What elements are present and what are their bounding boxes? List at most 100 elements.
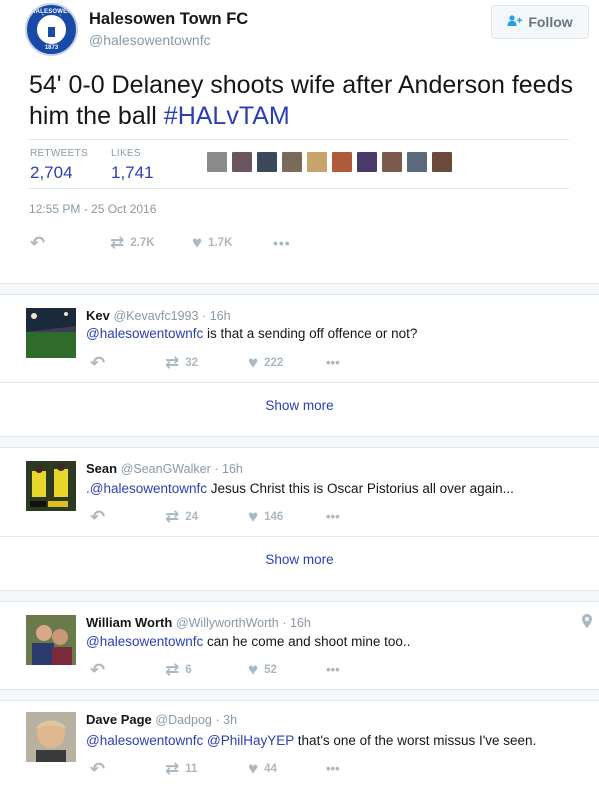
avatar[interactable] [26,712,76,762]
retweet-icon: ⇄ [110,233,125,252]
reply-button[interactable]: ↶ [90,759,111,779]
likes-label: LIKES [111,148,141,159]
retweet-button[interactable]: ⇄ 11 [165,759,197,779]
reply-tweet[interactable]: Dave Page @Dadpog · 3h @halesowentownfc … [0,702,599,805]
liker-avatars [206,151,456,179]
reply-author-name: Dave Page [86,712,152,727]
mention-link[interactable]: @halesowentownfc [86,733,203,748]
reply-button[interactable]: ↶ [30,233,51,253]
reply-icon: ↶ [90,507,106,527]
retweet-count: 32 [185,357,199,369]
liker-avatar[interactable] [206,151,228,173]
likes-stat[interactable]: LIKES 1,741 [111,148,154,183]
retweet-button[interactable]: ⇄ 6 [165,660,192,680]
retweet-icon: ⇄ [165,759,180,778]
mention-link[interactable]: .@halesowentownfc [86,481,207,496]
like-button[interactable]: ♥ 1.7K [192,233,232,253]
retweet-button[interactable]: ⇄ 32 [165,353,198,373]
reply-body: can he come and shoot mine too.. [203,634,411,649]
retweet-count: 2.7K [130,237,155,249]
reply-author[interactable]: Kev @Kevavfc1993 · 16h [86,308,231,323]
reply-tweet[interactable]: William Worth @WillyworthWorth · 16h @ha… [0,603,599,689]
liker-avatar[interactable] [356,151,378,173]
heart-icon: ♥ [248,353,259,372]
reply-author[interactable]: William Worth @WillyworthWorth · 16h [86,615,311,630]
reply-time-sep: · [282,616,290,630]
mention-link[interactable]: @halesowentownfc [86,634,203,649]
like-count: 222 [264,357,284,369]
like-count: 52 [264,664,277,676]
retweet-button[interactable]: ⇄ 2.7K [110,233,155,253]
like-button[interactable]: ♥ 222 [248,353,283,373]
heart-icon: ♥ [192,233,203,252]
reply-time-sep: · [202,309,210,323]
reply-body: is that a sending off offence or not? [203,326,418,341]
reply-time[interactable]: 16h [210,309,231,323]
reply-author-handle: @SeanGWalker [120,462,211,476]
separator [0,382,599,383]
tweet-stats: RETWEETS 2,704 LIKES 1,741 [29,139,569,189]
reply-tweet[interactable]: Kev @Kevavfc1993 · 16h @halesowentownfc … [0,296,599,430]
reply-tweet[interactable]: Sean @SeanGWalker · 16h .@halesowentownf… [0,450,599,584]
like-button[interactable]: ♥ 52 [248,660,277,680]
more-button[interactable]: ••• [326,507,346,527]
liker-avatar[interactable] [381,151,403,173]
liker-avatar[interactable] [431,151,453,173]
more-button[interactable]: ••• [326,660,346,680]
liker-avatar[interactable] [406,151,428,173]
liker-avatar[interactable] [331,151,353,173]
reply-time-sep: · [214,462,223,476]
show-more-link[interactable]: Show more [0,552,599,567]
more-icon: ••• [326,509,340,524]
reply-time[interactable]: 16h [222,462,243,476]
reply-author[interactable]: Sean @SeanGWalker · 16h [86,461,243,476]
tweet-timestamp[interactable]: 12:55 PM - 25 Oct 2016 [29,202,156,216]
like-count: 44 [264,763,277,775]
like-button[interactable]: ♥ 146 [248,507,283,527]
reply-author-name: William Worth [86,615,173,630]
add-user-icon [507,14,523,30]
reply-time[interactable]: 16h [290,616,311,630]
location-icon[interactable] [582,614,592,631]
liker-avatar[interactable] [231,151,253,173]
account-name[interactable]: Halesowen Town FC [89,10,248,29]
liker-avatar[interactable] [281,151,303,173]
reply-text: @halesowentownfc @PhilHayYEP that's one … [86,733,536,748]
follow-button[interactable]: Follow [491,5,589,39]
heart-icon: ♥ [248,507,259,526]
more-button[interactable]: ••• [326,353,346,373]
reply-button[interactable]: ↶ [90,660,111,680]
more-button[interactable]: ••• [326,759,346,779]
retweet-icon: ⇄ [165,660,180,679]
avatar[interactable] [26,308,76,358]
halesowen-avatar[interactable]: HALESOWEN TOWN 1873 [25,3,78,56]
hashtag-link[interactable]: #HALvTAM [164,102,290,130]
reply-button[interactable]: ↶ [90,353,111,373]
account-handle[interactable]: @halesowentownfc [89,32,211,48]
retweet-icon: ⇄ [165,353,180,372]
retweet-button[interactable]: ⇄ 24 [165,507,198,527]
avatar[interactable] [26,461,76,511]
like-button[interactable]: ♥ 44 [248,759,277,779]
tweet-body: 54' 0-0 Delaney shoots wife after Anders… [29,71,573,130]
show-more-link[interactable]: Show more [0,398,599,413]
more-button[interactable]: ••• [273,233,297,253]
retweets-stat[interactable]: RETWEETS 2,704 [30,148,88,183]
mention-link[interactable]: @PhilHayYEP [207,733,294,748]
reply-icon: ↶ [90,353,106,373]
main-tweet: HALESOWEN TOWN 1873 Halesowen Town FC @h… [0,0,599,283]
reply-button[interactable]: ↶ [90,507,111,527]
section-divider [0,590,599,602]
reply-author-handle: @WillyworthWorth [175,616,279,630]
liker-avatar[interactable] [256,151,278,173]
reply-author[interactable]: Dave Page @Dadpog · 3h [86,712,237,727]
mention-link[interactable]: @halesowentownfc [86,326,203,341]
retweet-count: 6 [185,664,192,676]
liker-avatar[interactable] [306,151,328,173]
separator [0,536,599,537]
reply-icon: ↶ [90,660,106,680]
reply-time[interactable]: 3h [223,713,237,727]
avatar[interactable] [26,615,76,665]
more-icon: ••• [273,235,291,251]
main-actions: ↶ ⇄ 2.7K ♥ 1.7K ••• [30,233,330,253]
